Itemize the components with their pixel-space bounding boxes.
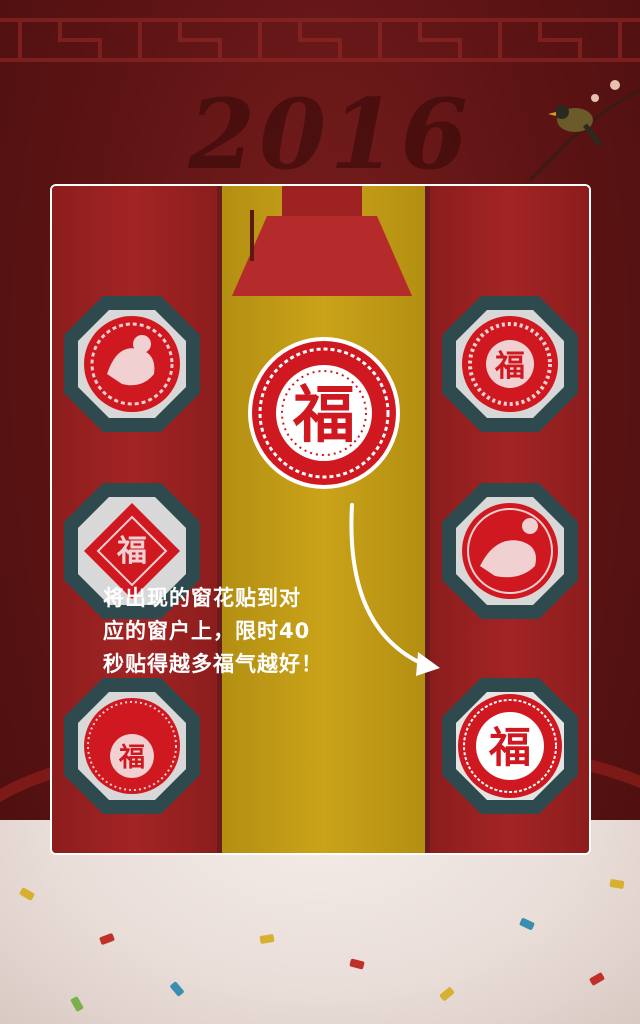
- svg-text:福: 福: [494, 349, 525, 384]
- year-watermark: 2016: [188, 78, 472, 191]
- svg-text:福: 福: [116, 534, 147, 569]
- fu-ring-papercut: 福: [442, 296, 578, 432]
- monkey-papercut: [64, 296, 200, 432]
- window-monkey-papercut[interactable]: [62, 294, 202, 434]
- tutorial-panel: 福 福 福 福: [50, 184, 591, 855]
- svg-text:福: 福: [292, 378, 355, 451]
- bird-branch-decoration: [528, 80, 640, 182]
- instruction-line: 秒贴得越多福气越好！: [103, 652, 323, 676]
- monkey-flower-papercut: [442, 483, 578, 619]
- instruction-text: 将出现的窗花贴到对 应的窗户上，限时40 秒贴得越多福气越好！: [103, 582, 348, 681]
- window-fu-papercut-target[interactable]: 福: [440, 676, 580, 816]
- window-fu-ornate-papercut[interactable]: 福: [62, 676, 202, 816]
- svg-text:福: 福: [488, 723, 531, 772]
- lantern-decoration: [232, 186, 412, 296]
- falling-fu-papercut[interactable]: 福: [247, 336, 401, 490]
- svg-text:福: 福: [118, 743, 145, 773]
- lattice-border: [0, 18, 640, 62]
- window-fu-ring-papercut[interactable]: 福: [440, 294, 580, 434]
- fu-papercut: 福: [442, 678, 578, 814]
- instruction-line: 应的窗户上，限时40: [103, 619, 311, 643]
- fu-ornate-papercut: 福: [64, 678, 200, 814]
- instruction-line: 将出现的窗花贴到对: [103, 586, 301, 610]
- guide-arrow: [349, 503, 440, 676]
- window-monkey-flower-papercut[interactable]: [440, 481, 580, 621]
